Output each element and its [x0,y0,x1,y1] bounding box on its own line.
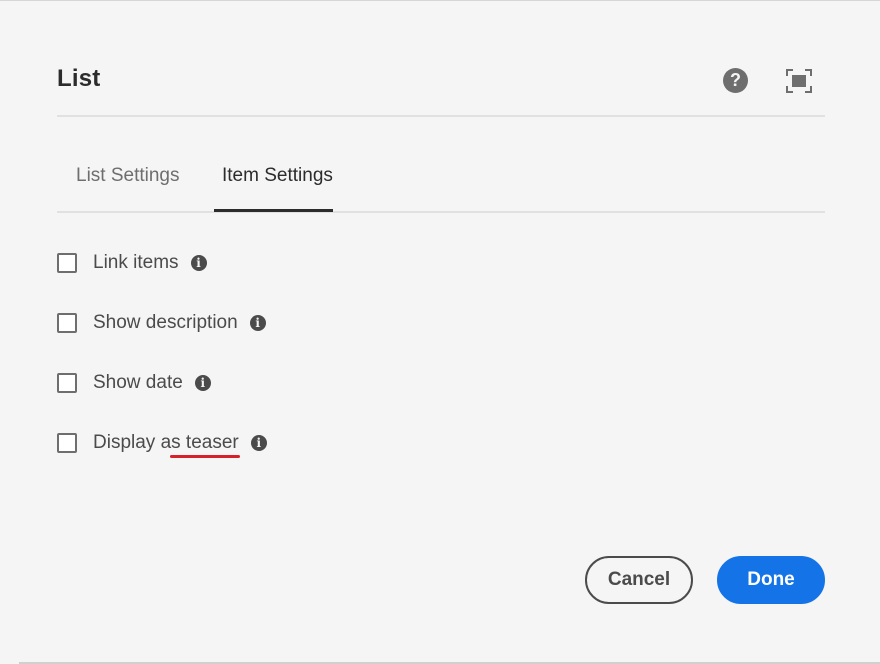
display-as-teaser-label[interactable]: Display as teaser [93,432,239,454]
show-description-label[interactable]: Show description [93,312,238,334]
tab-list: List Settings Item Settings [57,151,825,213]
link-items-checkbox[interactable] [57,253,77,273]
dialog-title: List [57,65,101,92]
selected-tab-indicator [214,209,333,212]
info-icon[interactable]: i [190,255,207,271]
info-icon[interactable]: i [194,375,211,391]
tab-list-settings[interactable]: List Settings [76,165,180,211]
dialog-header: List ? [57,53,825,117]
info-icon[interactable]: i [250,435,267,451]
info-icon[interactable]: i [249,315,266,331]
option-link-items: Link items i [57,251,207,275]
fullscreen-icon[interactable] [786,69,812,93]
show-date-label[interactable]: Show date [93,372,183,394]
annotation-underline [170,455,240,458]
done-button[interactable]: Done [717,556,825,604]
list-dialog: List ? List Settings Item Settings Link … [0,0,880,664]
link-items-label[interactable]: Link items [93,252,179,274]
display-as-teaser-checkbox[interactable] [57,433,77,453]
option-show-description: Show description i [57,311,266,335]
show-date-checkbox[interactable] [57,373,77,393]
option-show-date: Show date i [57,371,211,395]
tab-item-settings[interactable]: Item Settings [215,165,333,211]
cancel-button[interactable]: Cancel [585,556,693,604]
help-icon[interactable]: ? [723,68,748,93]
show-description-checkbox[interactable] [57,313,77,333]
option-display-as-teaser: Display as teaser i [57,431,267,455]
